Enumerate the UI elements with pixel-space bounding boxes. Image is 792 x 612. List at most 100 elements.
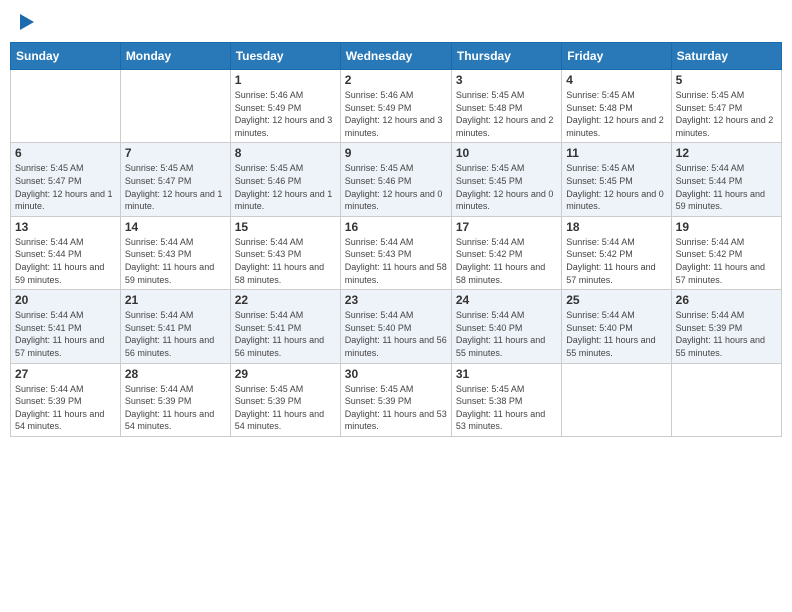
day-info: Sunrise: 5:44 AM Sunset: 5:40 PM Dayligh… bbox=[566, 309, 666, 359]
day-info: Sunrise: 5:44 AM Sunset: 5:39 PM Dayligh… bbox=[15, 383, 116, 433]
day-number: 5 bbox=[676, 73, 777, 87]
calendar-cell: 5 Sunrise: 5:45 AM Sunset: 5:47 PM Daylig… bbox=[671, 70, 781, 143]
day-number: 2 bbox=[345, 73, 447, 87]
day-info: Sunrise: 5:44 AM Sunset: 5:43 PM Dayligh… bbox=[235, 236, 336, 286]
day-header-tuesday: Tuesday bbox=[230, 43, 340, 70]
day-header-sunday: Sunday bbox=[11, 43, 121, 70]
day-number: 26 bbox=[676, 293, 777, 307]
day-info: Sunrise: 5:45 AM Sunset: 5:39 PM Dayligh… bbox=[345, 383, 447, 433]
calendar-cell: 28Sunrise: 5:44 AM Sunset: 5:39 PM Dayli… bbox=[120, 363, 230, 436]
calendar-cell: 8Sunrise: 5:45 AM Sunset: 5:46 PM Daylig… bbox=[230, 143, 340, 216]
calendar-cell: 20 Sunrise: 5:44 AM Sunset: 5:41 PM Dayli… bbox=[11, 290, 121, 363]
day-number: 10 bbox=[456, 146, 557, 160]
day-number: 30 bbox=[345, 367, 447, 381]
day-info: Sunrise: 5:45 AM Sunset: 5:47 PM Dayligh… bbox=[125, 162, 226, 212]
day-info: Sunrise: 5:44 AM Sunset: 5:41 PM Dayligh… bbox=[15, 309, 116, 359]
day-number: 31 bbox=[456, 367, 557, 381]
day-number: 19 bbox=[676, 220, 777, 234]
calendar-cell: 16 Sunrise: 5:44 AM Sunset: 5:43 PM Dayli… bbox=[340, 216, 451, 289]
day-info: Sunrise: 5:45 AM Sunset: 5:38 PM Dayligh… bbox=[456, 383, 557, 433]
calendar-cell: 19Sunrise: 5:44 AM Sunset: 5:42 PM Dayli… bbox=[671, 216, 781, 289]
calendar-cell: 10 Sunrise: 5:45 AM Sunset: 5:45 PM Dayli… bbox=[451, 143, 561, 216]
day-number: 11 bbox=[566, 146, 666, 160]
calendar-cell: 25 Sunrise: 5:44 AM Sunset: 5:40 PM Dayli… bbox=[562, 290, 671, 363]
day-info: Sunrise: 5:46 AM Sunset: 5:49 PM Dayligh… bbox=[235, 89, 336, 139]
day-info: Sunrise: 5:45 AM Sunset: 5:45 PM Dayligh… bbox=[456, 162, 557, 212]
day-info: Sunrise: 5:44 AM Sunset: 5:44 PM Dayligh… bbox=[15, 236, 116, 286]
day-number: 6 bbox=[15, 146, 116, 160]
day-info: Sunrise: 5:44 AM Sunset: 5:39 PM Dayligh… bbox=[125, 383, 226, 433]
day-number: 24 bbox=[456, 293, 557, 307]
day-header-thursday: Thursday bbox=[451, 43, 561, 70]
calendar-cell: 24 Sunrise: 5:44 AM Sunset: 5:40 PM Dayli… bbox=[451, 290, 561, 363]
logo bbox=[18, 14, 34, 30]
calendar-cell: 4Sunrise: 5:45 AM Sunset: 5:48 PM Daylig… bbox=[562, 70, 671, 143]
day-info: Sunrise: 5:45 AM Sunset: 5:46 PM Dayligh… bbox=[345, 162, 447, 212]
day-info: Sunrise: 5:44 AM Sunset: 5:39 PM Dayligh… bbox=[676, 309, 777, 359]
calendar-cell: 7Sunrise: 5:45 AM Sunset: 5:47 PM Daylig… bbox=[120, 143, 230, 216]
calendar-cell: 22 Sunrise: 5:44 AM Sunset: 5:41 PM Dayli… bbox=[230, 290, 340, 363]
day-info: Sunrise: 5:44 AM Sunset: 5:40 PM Dayligh… bbox=[345, 309, 447, 359]
day-number: 29 bbox=[235, 367, 336, 381]
day-header-wednesday: Wednesday bbox=[340, 43, 451, 70]
day-info: Sunrise: 5:44 AM Sunset: 5:41 PM Dayligh… bbox=[125, 309, 226, 359]
page-header bbox=[10, 10, 782, 34]
day-info: Sunrise: 5:45 AM Sunset: 5:47 PM Dayligh… bbox=[15, 162, 116, 212]
day-info: Sunrise: 5:45 AM Sunset: 5:47 PM Dayligh… bbox=[676, 89, 777, 139]
calendar-cell: 1 Sunrise: 5:46 AM Sunset: 5:49 PM Daylig… bbox=[230, 70, 340, 143]
calendar-cell: 6 Sunrise: 5:45 AM Sunset: 5:47 PM Daylig… bbox=[11, 143, 121, 216]
day-number: 15 bbox=[235, 220, 336, 234]
calendar-cell: 26 Sunrise: 5:44 AM Sunset: 5:39 PM Dayli… bbox=[671, 290, 781, 363]
day-number: 1 bbox=[235, 73, 336, 87]
day-info: Sunrise: 5:44 AM Sunset: 5:43 PM Dayligh… bbox=[345, 236, 447, 286]
calendar-cell: 29Sunrise: 5:45 AM Sunset: 5:39 PM Dayli… bbox=[230, 363, 340, 436]
day-info: Sunrise: 5:44 AM Sunset: 5:43 PM Dayligh… bbox=[125, 236, 226, 286]
day-info: Sunrise: 5:45 AM Sunset: 5:48 PM Dayligh… bbox=[456, 89, 557, 139]
calendar-cell bbox=[11, 70, 121, 143]
day-number: 22 bbox=[235, 293, 336, 307]
day-number: 17 bbox=[456, 220, 557, 234]
calendar-week-row: 6 Sunrise: 5:45 AM Sunset: 5:47 PM Daylig… bbox=[11, 143, 782, 216]
calendar-cell bbox=[671, 363, 781, 436]
day-number: 14 bbox=[125, 220, 226, 234]
day-number: 20 bbox=[15, 293, 116, 307]
day-info: Sunrise: 5:44 AM Sunset: 5:42 PM Dayligh… bbox=[456, 236, 557, 286]
calendar-cell: 15 Sunrise: 5:44 AM Sunset: 5:43 PM Dayli… bbox=[230, 216, 340, 289]
day-number: 16 bbox=[345, 220, 447, 234]
day-number: 23 bbox=[345, 293, 447, 307]
calendar-cell: 27 Sunrise: 5:44 AM Sunset: 5:39 PM Dayli… bbox=[11, 363, 121, 436]
calendar-cell: 11 Sunrise: 5:45 AM Sunset: 5:45 PM Dayli… bbox=[562, 143, 671, 216]
day-number: 4 bbox=[566, 73, 666, 87]
day-number: 18 bbox=[566, 220, 666, 234]
day-info: Sunrise: 5:44 AM Sunset: 5:44 PM Dayligh… bbox=[676, 162, 777, 212]
calendar-cell: 3Sunrise: 5:45 AM Sunset: 5:48 PM Daylig… bbox=[451, 70, 561, 143]
day-number: 25 bbox=[566, 293, 666, 307]
day-number: 12 bbox=[676, 146, 777, 160]
calendar-header-row: SundayMondayTuesdayWednesdayThursdayFrid… bbox=[11, 43, 782, 70]
day-number: 13 bbox=[15, 220, 116, 234]
calendar-week-row: 20 Sunrise: 5:44 AM Sunset: 5:41 PM Dayli… bbox=[11, 290, 782, 363]
calendar-cell: 12 Sunrise: 5:44 AM Sunset: 5:44 PM Dayli… bbox=[671, 143, 781, 216]
calendar-cell: 21 Sunrise: 5:44 AM Sunset: 5:41 PM Dayli… bbox=[120, 290, 230, 363]
calendar-cell: 14 Sunrise: 5:44 AM Sunset: 5:43 PM Dayli… bbox=[120, 216, 230, 289]
day-info: Sunrise: 5:44 AM Sunset: 5:40 PM Dayligh… bbox=[456, 309, 557, 359]
calendar-cell: 2 Sunrise: 5:46 AM Sunset: 5:49 PM Daylig… bbox=[340, 70, 451, 143]
calendar-cell: 30 Sunrise: 5:45 AM Sunset: 5:39 PM Dayli… bbox=[340, 363, 451, 436]
logo-arrow-icon bbox=[20, 14, 34, 30]
calendar-cell: 13 Sunrise: 5:44 AM Sunset: 5:44 PM Dayli… bbox=[11, 216, 121, 289]
calendar-table: SundayMondayTuesdayWednesdayThursdayFrid… bbox=[10, 42, 782, 437]
day-number: 21 bbox=[125, 293, 226, 307]
day-header-saturday: Saturday bbox=[671, 43, 781, 70]
calendar-week-row: 1 Sunrise: 5:46 AM Sunset: 5:49 PM Daylig… bbox=[11, 70, 782, 143]
calendar-cell: 18Sunrise: 5:44 AM Sunset: 5:42 PM Dayli… bbox=[562, 216, 671, 289]
day-number: 27 bbox=[15, 367, 116, 381]
calendar-cell: 9Sunrise: 5:45 AM Sunset: 5:46 PM Daylig… bbox=[340, 143, 451, 216]
calendar-cell bbox=[120, 70, 230, 143]
day-header-monday: Monday bbox=[120, 43, 230, 70]
calendar-cell: 31 Sunrise: 5:45 AM Sunset: 5:38 PM Dayli… bbox=[451, 363, 561, 436]
day-number: 8 bbox=[235, 146, 336, 160]
day-info: Sunrise: 5:45 AM Sunset: 5:45 PM Dayligh… bbox=[566, 162, 666, 212]
calendar-week-row: 13 Sunrise: 5:44 AM Sunset: 5:44 PM Dayli… bbox=[11, 216, 782, 289]
day-info: Sunrise: 5:44 AM Sunset: 5:41 PM Dayligh… bbox=[235, 309, 336, 359]
day-info: Sunrise: 5:46 AM Sunset: 5:49 PM Dayligh… bbox=[345, 89, 447, 139]
